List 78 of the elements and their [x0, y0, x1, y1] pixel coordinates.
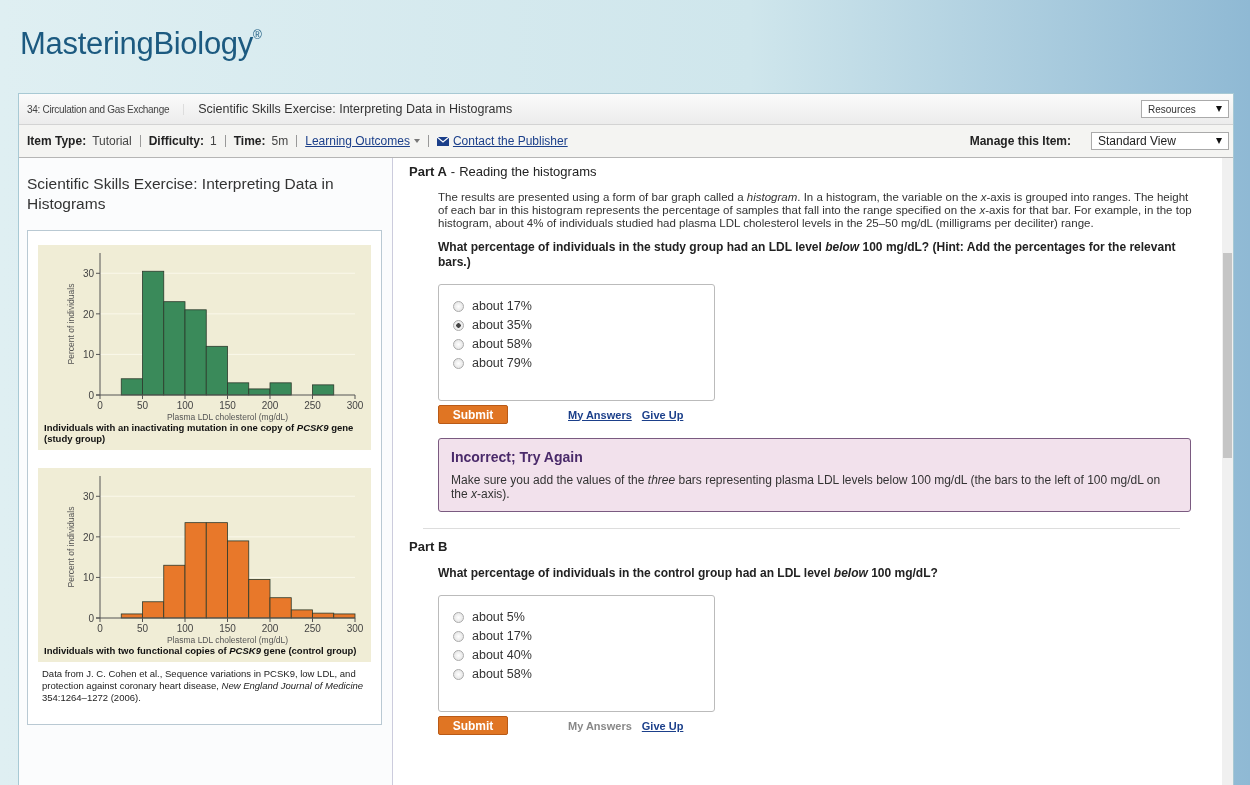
question-text: What percentage of individuals in the study group had an LDL level below 100 mg/dL? (Hint: Add the percentages for the relevant bars.)	[438, 240, 1177, 270]
manage-label: Manage this Item:	[969, 134, 1071, 148]
info-label: Time:	[233, 135, 266, 147]
tick-label: 0	[97, 623, 103, 634]
view-dropdown[interactable]: Standard View	[1091, 132, 1229, 150]
info-label: Difficulty:	[148, 135, 205, 147]
radio-button[interactable]	[453, 338, 464, 350]
histogram-bar	[312, 384, 335, 396]
give-up-link[interactable]: Give Up	[641, 719, 684, 732]
caret-icon	[1216, 138, 1222, 144]
part-title: Part B	[409, 539, 448, 554]
info-label: Item Type:	[27, 135, 87, 147]
choice-label[interactable]: about 58%	[472, 667, 532, 681]
choice-label[interactable]: about 5%	[472, 610, 525, 624]
tick-label: 200	[261, 623, 279, 634]
choice-label[interactable]: about 17%	[472, 299, 532, 313]
caret-icon	[1216, 106, 1222, 112]
info-value: Tutorial	[92, 135, 132, 147]
feedback-text: Make sure you add the values of the three bars representing plasma LDL levels below 100 mg/dL (the bars to the left of 100 mg/dL on the x-axis).	[451, 473, 1162, 501]
envelope-icon	[436, 136, 449, 146]
scrollbar[interactable]	[1222, 158, 1233, 785]
breadcrumb-item[interactable]: 34: Circulation and Gas Exchange	[27, 103, 185, 115]
radio-button[interactable]	[453, 300, 464, 312]
radio-button[interactable]	[453, 649, 464, 661]
axis-title: Percent of individuals	[66, 506, 76, 588]
contact-link[interactable]: Contact the Publisher	[452, 135, 568, 147]
give-up-link[interactable]: Give Up	[641, 408, 684, 421]
tick-label: 300	[346, 400, 364, 411]
tick-label: 10	[82, 349, 94, 361]
question-text: What percentage of individuals in the control group had an LDL level below 100 mg/dL?	[438, 566, 939, 581]
choice-label[interactable]: about 79%	[472, 356, 532, 370]
axis-title: Percent of individuals	[66, 283, 76, 365]
tick-label: 100	[176, 400, 194, 411]
axis-title: Plasma LDL cholesterol (mg/dL)	[166, 412, 289, 422]
source-note: Data from J. C. Cohen et al., Sequence variations in PCSK9, low LDL, and protection against coronary heart disease, New England Journal of Medicine 354:1264–1272 (2006).	[41, 668, 365, 704]
logo: MasteringBiology$^{®}$	[20, 25, 262, 63]
figure-caption: Individuals with two functional copies of PCSK9 gene (control group)	[43, 645, 358, 658]
info-value: 5m	[271, 135, 289, 147]
info-value: 1	[210, 135, 217, 147]
tick-label: 200	[261, 400, 279, 411]
tick-label: 10	[82, 572, 94, 584]
intro-text: The results are presented using a form of bar graph called a histogram. In a histogram, the variable on the x-axis is grouped into ranges. The height of each bar in this histogram represents the percentage of samples that fall into the range specified on the x-axis for that bar. For example, in the top histogram, about 4% of individuals studied had plasma LDL cholesterol levels in the 25–50 mg/dL (milligrams per deciliter) range.	[438, 191, 1193, 230]
axis-title: Plasma LDL cholesterol (mg/dL)	[166, 635, 289, 645]
tick-label: 100	[176, 623, 194, 634]
tick-label: 20	[82, 531, 94, 543]
radio-button[interactable]	[453, 319, 464, 331]
tick-label: 0	[88, 613, 94, 624]
tick-label: 150	[219, 400, 236, 411]
tick-label: 0	[88, 390, 94, 401]
choice-label[interactable]: about 17%	[472, 629, 532, 643]
choice-label[interactable]: about 40%	[472, 648, 532, 662]
breadcrumb-item: Scientific Skills Exercise: Interpreting Data in Histograms	[198, 102, 513, 116]
radio-button[interactable]	[453, 668, 464, 680]
tick-label: 30	[82, 491, 94, 503]
caret-icon	[413, 139, 420, 143]
exercise-title: Scientific Skills Exercise: Interpreting Data in Histograms	[27, 174, 335, 214]
resources-dropdown[interactable]: Resources	[1141, 100, 1229, 118]
tick-label: 50	[136, 400, 149, 411]
tick-label: 150	[219, 623, 236, 634]
tick-label: 30	[82, 268, 94, 280]
tick-label: 250	[304, 623, 321, 634]
separator: -	[450, 164, 456, 179]
tick-label: 300	[346, 623, 364, 634]
radio-button[interactable]	[453, 357, 464, 369]
figure-caption: Individuals with an inactivating mutation in one copy of PCSK9 gene (study group)	[43, 422, 355, 446]
radio-button[interactable]	[453, 611, 464, 623]
choice-label[interactable]: about 58%	[472, 337, 532, 351]
tick-label: 20	[82, 308, 94, 320]
choice-label[interactable]: about 35%	[472, 318, 532, 332]
tick-label: 50	[136, 623, 149, 634]
radio-button[interactable]	[453, 630, 464, 642]
tick-label: 250	[304, 400, 321, 411]
my-answers-link[interactable]: My Answers	[568, 408, 632, 421]
part-subtitle: Reading the histograms	[459, 164, 597, 179]
tick-label: 0	[97, 400, 103, 411]
learning-outcomes-link[interactable]: Learning Outcomes	[296, 135, 428, 147]
part-title: Part A	[409, 164, 447, 179]
feedback-title: Incorrect; Try Again	[451, 449, 584, 465]
